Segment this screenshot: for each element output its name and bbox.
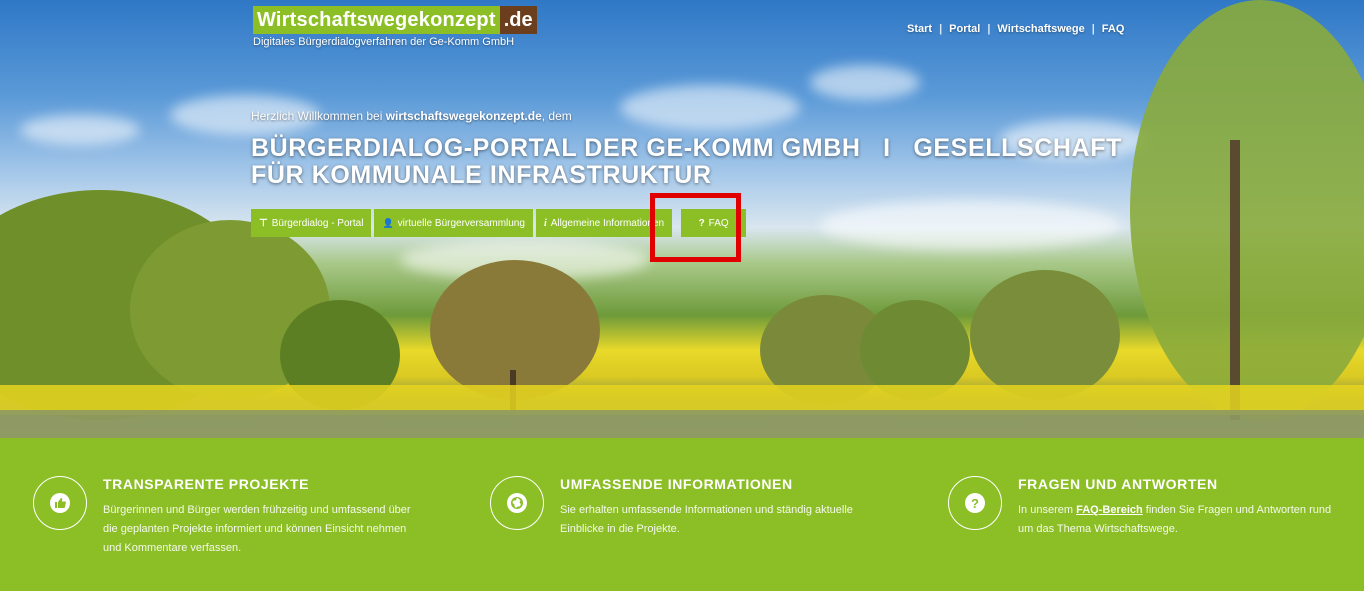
meadow [0,410,1364,438]
page-headline: BÜRGERDIALOG-PORTAL DER GE-KOMM GMBH I G… [251,135,1151,189]
top-navigation: Start | Portal | Wirtschaftswege | FAQ [900,23,1131,35]
logo-wordmark: Wirtschaftswegekonzept .de [253,6,537,34]
welcome-text: Herzlich Willkommen bei wirtschaftswegek… [251,109,572,123]
site-logo[interactable]: Wirtschaftswegekonzept .de Digitales Bür… [253,6,537,48]
cloud [20,115,140,145]
info-icon: i [543,217,547,229]
virtuelle-buergerversammlung-button[interactable]: 👤 virtuelle Bürgerversammlung [374,209,533,237]
nav-wirtschaftswege[interactable]: Wirtschaftswege [990,23,1091,35]
logo-tld: .de [499,6,537,34]
thumbs-up-icon [50,493,70,513]
nav-faq[interactable]: FAQ [1095,23,1132,35]
welcome-prefix: Herzlich Willkommen bei [251,109,386,123]
welcome-site: wirtschaftswegekonzept.de [385,109,542,123]
button-label: virtuelle Bürgerversammlung [397,217,525,229]
nav-separator: | [987,23,991,35]
feature-text: In unserem FAQ-Bereich finden Sie Fragen… [1018,501,1338,539]
features-section: TRANSPARENTE PROJEKTE Bürgerinnen und Bü… [0,438,1364,591]
question-circle-icon: ? [965,493,985,513]
tree [1130,0,1364,420]
tree [970,270,1120,400]
nav-separator: | [1091,23,1095,35]
logo-tagline: Digitales Bürgerdialogverfahren der Ge-K… [253,36,515,48]
feature-text: Bürgerinnen und Bürger werden frühzeitig… [103,504,411,554]
feature-title: TRANSPARENTE PROJEKTE [103,476,310,492]
logo-name: Wirtschaftswegekonzept [253,6,500,34]
user-plus-icon: 👤 [382,217,394,228]
feature-text: Sie erhalten umfassende Informationen un… [560,504,853,535]
cloud [620,85,800,130]
nav-portal[interactable]: Portal [942,23,987,35]
faq-bereich-link[interactable]: FAQ-Bereich [1076,504,1143,516]
cloud [820,200,1120,250]
tree-trunk [1230,140,1240,420]
feature-icon-circle [490,476,544,530]
globe-icon [507,493,527,513]
highlight-box [650,193,741,262]
welcome-suffix: , dem [541,109,572,123]
nav-separator: | [939,23,943,35]
nav-start[interactable]: Start [900,23,939,35]
buergerdialog-portal-button[interactable]: ⊤ Bürgerdialog - Portal [251,209,372,237]
button-label: Allgemeine Informationen [550,217,665,229]
feature-text-prefix: In unserem [1018,504,1077,516]
button-label: Bürgerdialog - Portal [271,217,364,229]
feature-icon-circle: ? [948,476,1002,530]
cloud [810,65,920,100]
feature-title: UMFASSENDE INFORMATIONEN [560,476,793,492]
feature-icon-circle [33,476,87,530]
signpost-icon: ⊤ [259,217,268,229]
headline-line-2: FÜR KOMMUNALE INFRASTRUKTUR [251,161,712,189]
feature-title: FRAGEN UND ANTWORTEN [1018,476,1218,492]
headline-line-1: BÜRGERDIALOG-PORTAL DER GE-KOMM GMBH I G… [251,134,1122,162]
